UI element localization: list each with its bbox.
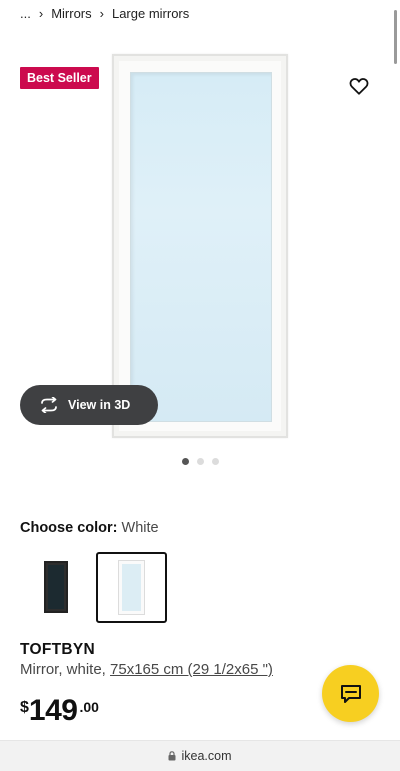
lock-icon — [168, 751, 176, 761]
product-description-text: Mirror, white, — [20, 661, 111, 678]
breadcrumb: ... › Mirrors › Large mirrors — [20, 4, 189, 22]
product-description: Mirror, white, 75x165 cm (29 1/2x65 ") — [20, 661, 273, 678]
view-in-3d-label: View in 3D — [68, 398, 131, 412]
breadcrumb-ellipsis[interactable]: ... — [20, 6, 31, 21]
black-mirror-thumbnail — [44, 561, 68, 613]
mirror-glass — [130, 72, 272, 422]
price-integer: 149 — [28, 694, 78, 727]
breadcrumb-item-mirrors[interactable]: Mirrors — [51, 6, 91, 21]
price-decimal: .00 — [79, 699, 99, 715]
best-seller-badge: Best Seller — [20, 67, 99, 89]
product-name: TOFTBYN — [20, 641, 96, 658]
choose-color-value: White — [121, 520, 159, 536]
chat-button[interactable] — [322, 665, 379, 722]
color-option-black[interactable] — [28, 552, 84, 622]
favorite-button[interactable] — [346, 74, 372, 98]
chevron-right-icon: › — [99, 5, 104, 21]
product-size-link[interactable]: 75x165 cm (29 1/2x65 ") — [110, 661, 273, 678]
choose-color-heading: Choose color: White — [20, 520, 159, 536]
image-carousel-dots — [0, 458, 400, 465]
rotate-3d-icon — [41, 397, 57, 413]
color-option-white-selected[interactable] — [96, 552, 167, 623]
price-currency: $ — [20, 699, 29, 716]
view-in-3d-button[interactable]: View in 3D — [20, 385, 158, 425]
chevron-right-icon: › — [38, 5, 44, 21]
product-price: $ 149 .00 — [20, 694, 99, 728]
chat-bubble-icon — [340, 684, 361, 703]
browser-url-bar[interactable]: ikea.com — [0, 740, 400, 771]
carousel-dot-1[interactable] — [181, 458, 189, 465]
product-image[interactable] — [112, 54, 288, 438]
carousel-dot-3[interactable] — [211, 458, 219, 465]
choose-color-label: Choose color: — [20, 520, 118, 536]
browser-domain: ikea.com — [181, 749, 232, 763]
heart-outline-icon — [349, 78, 369, 95]
carousel-dot-2[interactable] — [196, 458, 204, 465]
breadcrumb-item-large-mirrors[interactable]: Large mirrors — [112, 6, 189, 21]
white-mirror-thumbnail — [118, 560, 145, 615]
scrollbar[interactable] — [394, 10, 397, 64]
